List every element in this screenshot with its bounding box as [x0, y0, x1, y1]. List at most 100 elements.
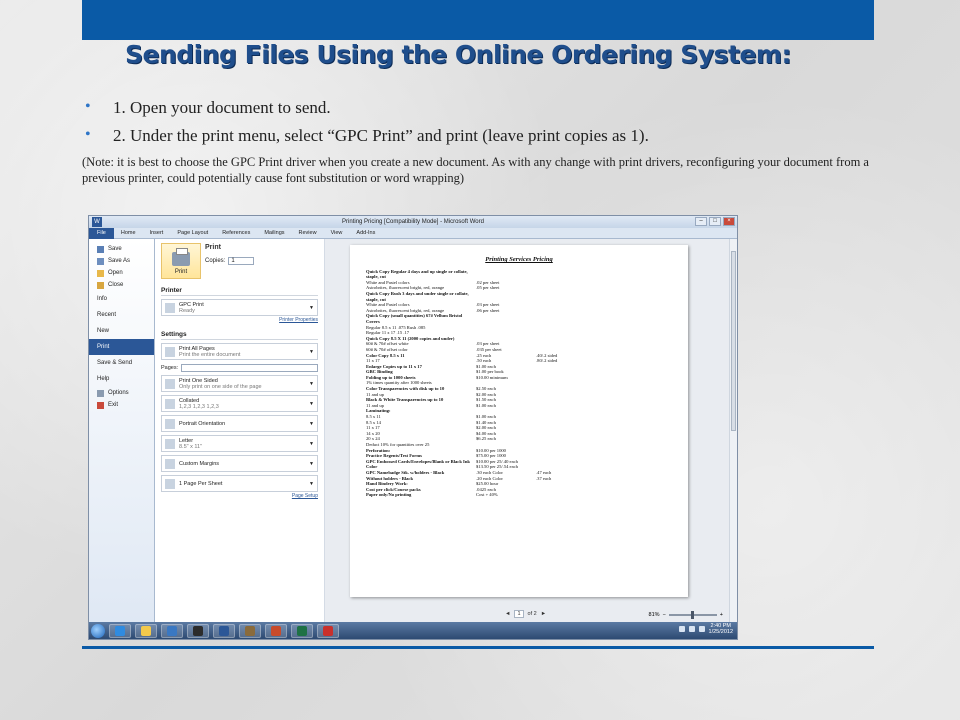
word-titlebar: W Printing Pricing [Compatibility Mode] … — [89, 216, 737, 228]
start-button-icon[interactable] — [91, 623, 105, 638]
nav-new[interactable]: New — [89, 323, 154, 339]
nav-save[interactable]: Save — [89, 243, 154, 255]
setting-sides[interactable]: Print One Sided Only print on one side of… — [161, 375, 318, 392]
tab-home[interactable]: Home — [114, 230, 143, 236]
chevron-down-icon: ▼ — [309, 480, 314, 487]
nav-info[interactable]: Info — [89, 291, 154, 307]
window-controls: – □ × — [695, 217, 735, 226]
zoom-out-icon[interactable]: − — [663, 612, 666, 618]
page-setup-link[interactable]: Page Setup — [161, 493, 318, 499]
chevron-down-icon: ▼ — [309, 304, 314, 311]
nav-save-as[interactable]: Save As — [89, 255, 154, 267]
window-title: Printing Pricing [Compatibility Mode] - … — [342, 219, 484, 225]
next-page-icon[interactable]: ► — [541, 611, 546, 617]
outlook-icon[interactable] — [161, 623, 183, 638]
setting-paper-size[interactable]: Letter 8.5" x 11" ▼ — [161, 435, 318, 452]
copies-row: Copies: 1 — [205, 257, 255, 265]
tab-add-ins[interactable]: Add-Ins — [349, 230, 382, 236]
people-icon[interactable] — [265, 623, 287, 638]
tab-insert[interactable]: Insert — [143, 230, 171, 236]
media-icon[interactable] — [187, 623, 209, 638]
tab-view[interactable]: View — [324, 230, 350, 236]
ie-icon[interactable] — [109, 623, 131, 638]
setting-pages-per-sheet[interactable]: 1 Page Per Sheet ▼ — [161, 475, 318, 492]
setting-collation[interactable]: Collated 1,2,3 1,2,3 1,2,3 ▼ — [161, 395, 318, 412]
media-icon-glyph — [193, 625, 203, 636]
bullet-text: 2. Under the print menu, select “GPC Pri… — [113, 126, 649, 145]
margins-icon — [165, 458, 175, 469]
doc-title: Printing Services Pricing — [485, 256, 553, 263]
doc-line: Quick Copy Regular 4 days and up single … — [366, 269, 672, 280]
nav-exit[interactable]: Exit — [89, 399, 154, 411]
network-icon[interactable] — [678, 626, 685, 632]
clock[interactable]: 2:40 PM 1/25/2012 — [709, 623, 733, 635]
volume-icon[interactable] — [698, 626, 705, 632]
copies-label: Copies: — [205, 258, 226, 264]
explorer-icon[interactable] — [135, 623, 157, 638]
nav-open[interactable]: Open — [89, 267, 154, 279]
setting-print-range[interactable]: Print All Pages Print the entire document… — [161, 343, 318, 360]
nav-print[interactable]: Print — [89, 339, 154, 355]
tab-file[interactable]: File — [89, 227, 114, 239]
windows-taskbar: 2:40 PM 1/25/2012 — [89, 622, 737, 639]
printer-device-icon — [165, 302, 175, 313]
nav-recent[interactable]: Recent — [89, 307, 154, 323]
tab-page-layout[interactable]: Page Layout — [170, 230, 215, 236]
pages-input[interactable] — [181, 364, 318, 372]
tab-review[interactable]: Review — [292, 230, 324, 236]
zoom-slider[interactable] — [668, 611, 717, 619]
settings-section-title: Settings — [161, 331, 318, 340]
printer-icon — [172, 248, 190, 266]
bullet-dot-icon: • — [85, 126, 91, 143]
doc-cell — [476, 291, 536, 302]
outlook-icon-glyph — [167, 625, 177, 636]
word-icon[interactable] — [213, 623, 235, 638]
copies-input[interactable]: 1 — [228, 257, 255, 265]
printer-section-title: Printer — [161, 287, 318, 296]
collated-icon — [165, 398, 175, 409]
doc-line: Paper only/No printing Cost + 40% — [366, 492, 672, 498]
nav-close[interactable]: Close — [89, 279, 154, 291]
bullet-item: • 1. Open your document to send. — [85, 98, 875, 118]
zoom-knob[interactable] — [690, 611, 694, 619]
system-tray: 2:40 PM 1/25/2012 — [678, 623, 733, 635]
slide-title: Sending Files Using the Online Ordering … — [125, 40, 791, 69]
open-folder-icon — [97, 269, 104, 277]
doc-cell: Paper only/No printing — [366, 492, 412, 498]
print-button[interactable]: Print — [161, 243, 201, 279]
zoom-level: 81% — [648, 612, 660, 618]
note-text: (Note: it is best to choose the GPC Prin… — [82, 155, 869, 185]
page-navigator: ◄ 1 of 2 ► — [505, 610, 546, 618]
acrobat-icon-glyph — [323, 625, 333, 636]
nav-save-send[interactable]: Save & Send — [89, 355, 154, 371]
print-panel: Print Print Copies: 1 Printer GPC Print R… — [155, 239, 325, 622]
current-page-input[interactable]: 1 — [514, 610, 524, 618]
doc-line: Quick Copy (small quantities) 67# Vellum… — [366, 313, 672, 324]
maximize-icon[interactable]: □ — [709, 217, 721, 226]
chevron-down-icon: ▼ — [309, 460, 314, 467]
users-icon[interactable] — [239, 623, 261, 638]
zoom-in-icon[interactable]: + — [720, 612, 723, 618]
doc-cell: Quick Copy Rush 3 days and under single … — [366, 290, 469, 302]
nav-options[interactable]: Options — [89, 387, 154, 399]
tab-mailings[interactable]: Mailings — [257, 230, 291, 236]
excel-icon[interactable] — [291, 623, 313, 638]
minimize-icon[interactable]: – — [695, 217, 707, 226]
printer-select[interactable]: GPC Print Ready ▼ — [161, 299, 318, 316]
flag-icon[interactable] — [688, 626, 695, 632]
close-icon[interactable]: × — [723, 217, 735, 226]
vertical-scrollbar[interactable] — [729, 239, 737, 622]
paper-size-icon — [165, 438, 175, 449]
scroll-thumb[interactable] — [731, 251, 736, 431]
nav-help[interactable]: Help — [89, 371, 154, 387]
printer-properties-link[interactable]: Printer Properties — [161, 317, 318, 323]
ie-icon-glyph — [115, 625, 125, 636]
setting-margins[interactable]: Custom Margins ▼ — [161, 455, 318, 472]
bullet-dot-icon: • — [85, 98, 91, 115]
pages-per-sheet-icon — [165, 478, 175, 489]
page-total: of 2 — [527, 611, 537, 617]
tab-references[interactable]: References — [215, 230, 257, 236]
setting-orientation[interactable]: Portrait Orientation ▼ — [161, 415, 318, 432]
acrobat-icon[interactable] — [317, 623, 339, 638]
prev-page-icon[interactable]: ◄ — [505, 611, 510, 617]
